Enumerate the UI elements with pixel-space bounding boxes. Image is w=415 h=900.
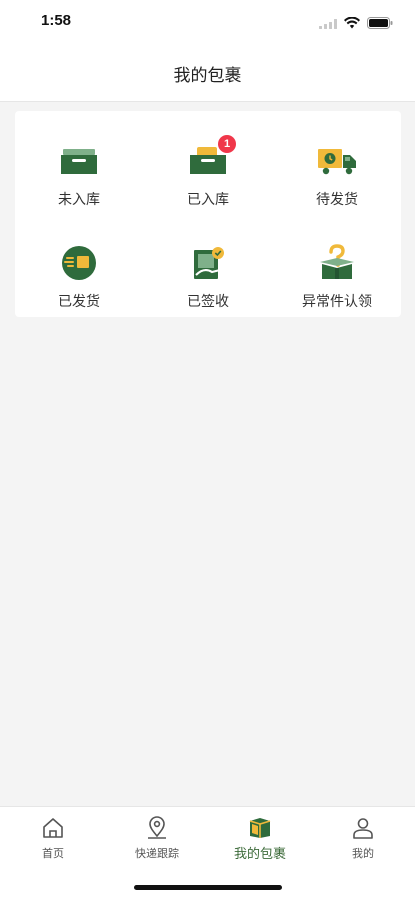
user-icon bbox=[350, 815, 376, 841]
delivery-truck-icon bbox=[315, 141, 359, 181]
home-indicator[interactable] bbox=[134, 885, 282, 890]
tab-label: 快递跟踪 bbox=[135, 847, 179, 860]
tab-label: 我的 bbox=[352, 847, 374, 860]
nav-bar: 我的包裹 bbox=[0, 46, 415, 102]
grid-item-label: 已入库 bbox=[187, 192, 229, 208]
tab-me[interactable]: 我的 bbox=[311, 815, 415, 871]
grid-item-stored[interactable]: 1 已入库 bbox=[144, 119, 272, 209]
status-icons bbox=[319, 14, 393, 33]
package-icon bbox=[247, 815, 273, 841]
status-time: 1:58 bbox=[41, 12, 72, 29]
notification-badge: 1 bbox=[218, 135, 236, 153]
location-pin-icon bbox=[144, 815, 170, 841]
wifi-icon bbox=[344, 14, 360, 33]
grid-item-not-stored[interactable]: 未入库 bbox=[15, 119, 143, 209]
grid-item-shipped[interactable]: 已发货 bbox=[15, 221, 143, 311]
grid-item-pending-shipment[interactable]: 待发货 bbox=[273, 119, 401, 209]
question-box-icon bbox=[315, 243, 359, 283]
tab-tracking[interactable]: 快递跟踪 bbox=[105, 815, 209, 871]
grid-item-label: 待发货 bbox=[316, 192, 358, 208]
tab-home[interactable]: 首页 bbox=[1, 815, 105, 871]
tab-label: 我的包裹 bbox=[233, 847, 286, 862]
grid-item-label: 未入库 bbox=[58, 192, 100, 208]
package-status-card: 未入库 1 已入库 待发货 已发货 已签收 异常件认领 bbox=[15, 111, 401, 317]
grid-item-label: 已发货 bbox=[58, 294, 100, 310]
grid-item-label: 异常件认领 bbox=[302, 294, 372, 310]
battery-icon bbox=[367, 14, 393, 33]
inbox-tray-icon bbox=[57, 141, 101, 181]
grid-item-signed[interactable]: 已签收 bbox=[144, 221, 272, 311]
tab-label: 首页 bbox=[42, 847, 64, 860]
grid-item-exception-claim[interactable]: 异常件认领 bbox=[273, 221, 401, 311]
grid-item-label: 已签收 bbox=[187, 294, 229, 310]
status-bar: 1:58 bbox=[0, 0, 415, 46]
shipped-fast-icon bbox=[57, 243, 101, 283]
signed-receipt-icon bbox=[186, 243, 230, 283]
page-title: 我的包裹 bbox=[173, 66, 242, 86]
tab-my-packages[interactable]: 我的包裹 bbox=[208, 815, 312, 871]
stored-tray-icon: 1 bbox=[186, 135, 236, 181]
signal-icon bbox=[319, 14, 337, 33]
home-icon bbox=[40, 815, 66, 841]
